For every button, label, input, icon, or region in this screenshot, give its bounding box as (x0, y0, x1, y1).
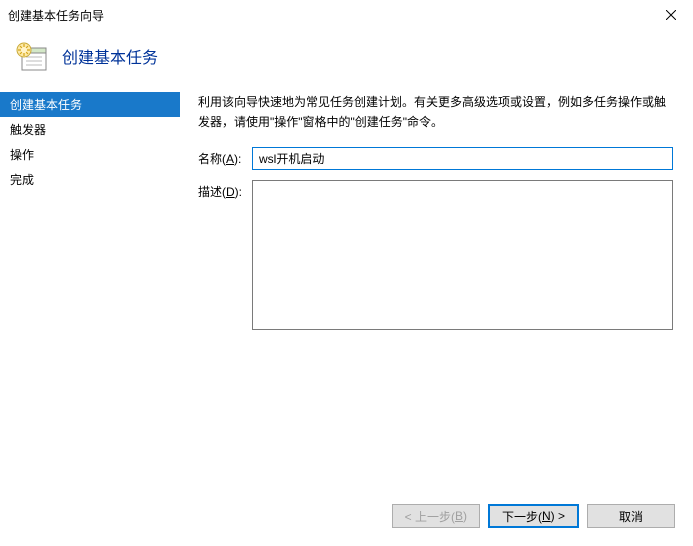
name-input[interactable] (252, 147, 673, 170)
close-button[interactable] (648, 0, 693, 30)
description-label: 描述(D): (198, 180, 252, 200)
sidebar-item-trigger[interactable]: 触发器 (0, 117, 180, 142)
back-button: < 上一步(B) (392, 504, 480, 528)
sidebar: 创建基本任务 触发器 操作 完成 (0, 92, 180, 492)
main-panel: 利用该向导快速地为常见任务创建计划。有关更多高级选项或设置，例如多任务操作或触发… (180, 92, 693, 492)
close-icon (666, 10, 676, 20)
description-row: 描述(D): (198, 180, 673, 330)
page-title: 创建基本任务 (62, 44, 158, 68)
wizard-header: 创建基本任务 (0, 30, 693, 92)
sidebar-item-action[interactable]: 操作 (0, 142, 180, 167)
next-button[interactable]: 下一步(N) > (488, 504, 579, 528)
name-label: 名称(A): (198, 147, 252, 167)
description-input[interactable] (252, 180, 673, 330)
task-wizard-icon (16, 40, 48, 72)
sidebar-item-label: 触发器 (10, 123, 46, 137)
wizard-content: 创建基本任务 触发器 操作 完成 利用该向导快速地为常见任务创建计划。有关更多高… (0, 92, 693, 492)
sidebar-item-label: 完成 (10, 173, 34, 187)
wizard-footer: < 上一步(B) 下一步(N) > 取消 (392, 504, 675, 528)
intro-text: 利用该向导快速地为常见任务创建计划。有关更多高级选项或设置，例如多任务操作或触发… (198, 92, 673, 133)
titlebar: 创建基本任务向导 (0, 0, 693, 30)
sidebar-item-label: 操作 (10, 148, 34, 162)
cancel-button[interactable]: 取消 (587, 504, 675, 528)
sidebar-item-finish[interactable]: 完成 (0, 167, 180, 192)
name-row: 名称(A): (198, 147, 673, 170)
window-title: 创建基本任务向导 (8, 7, 104, 24)
sidebar-item-label: 创建基本任务 (10, 98, 82, 112)
sidebar-item-create-basic-task[interactable]: 创建基本任务 (0, 92, 180, 117)
